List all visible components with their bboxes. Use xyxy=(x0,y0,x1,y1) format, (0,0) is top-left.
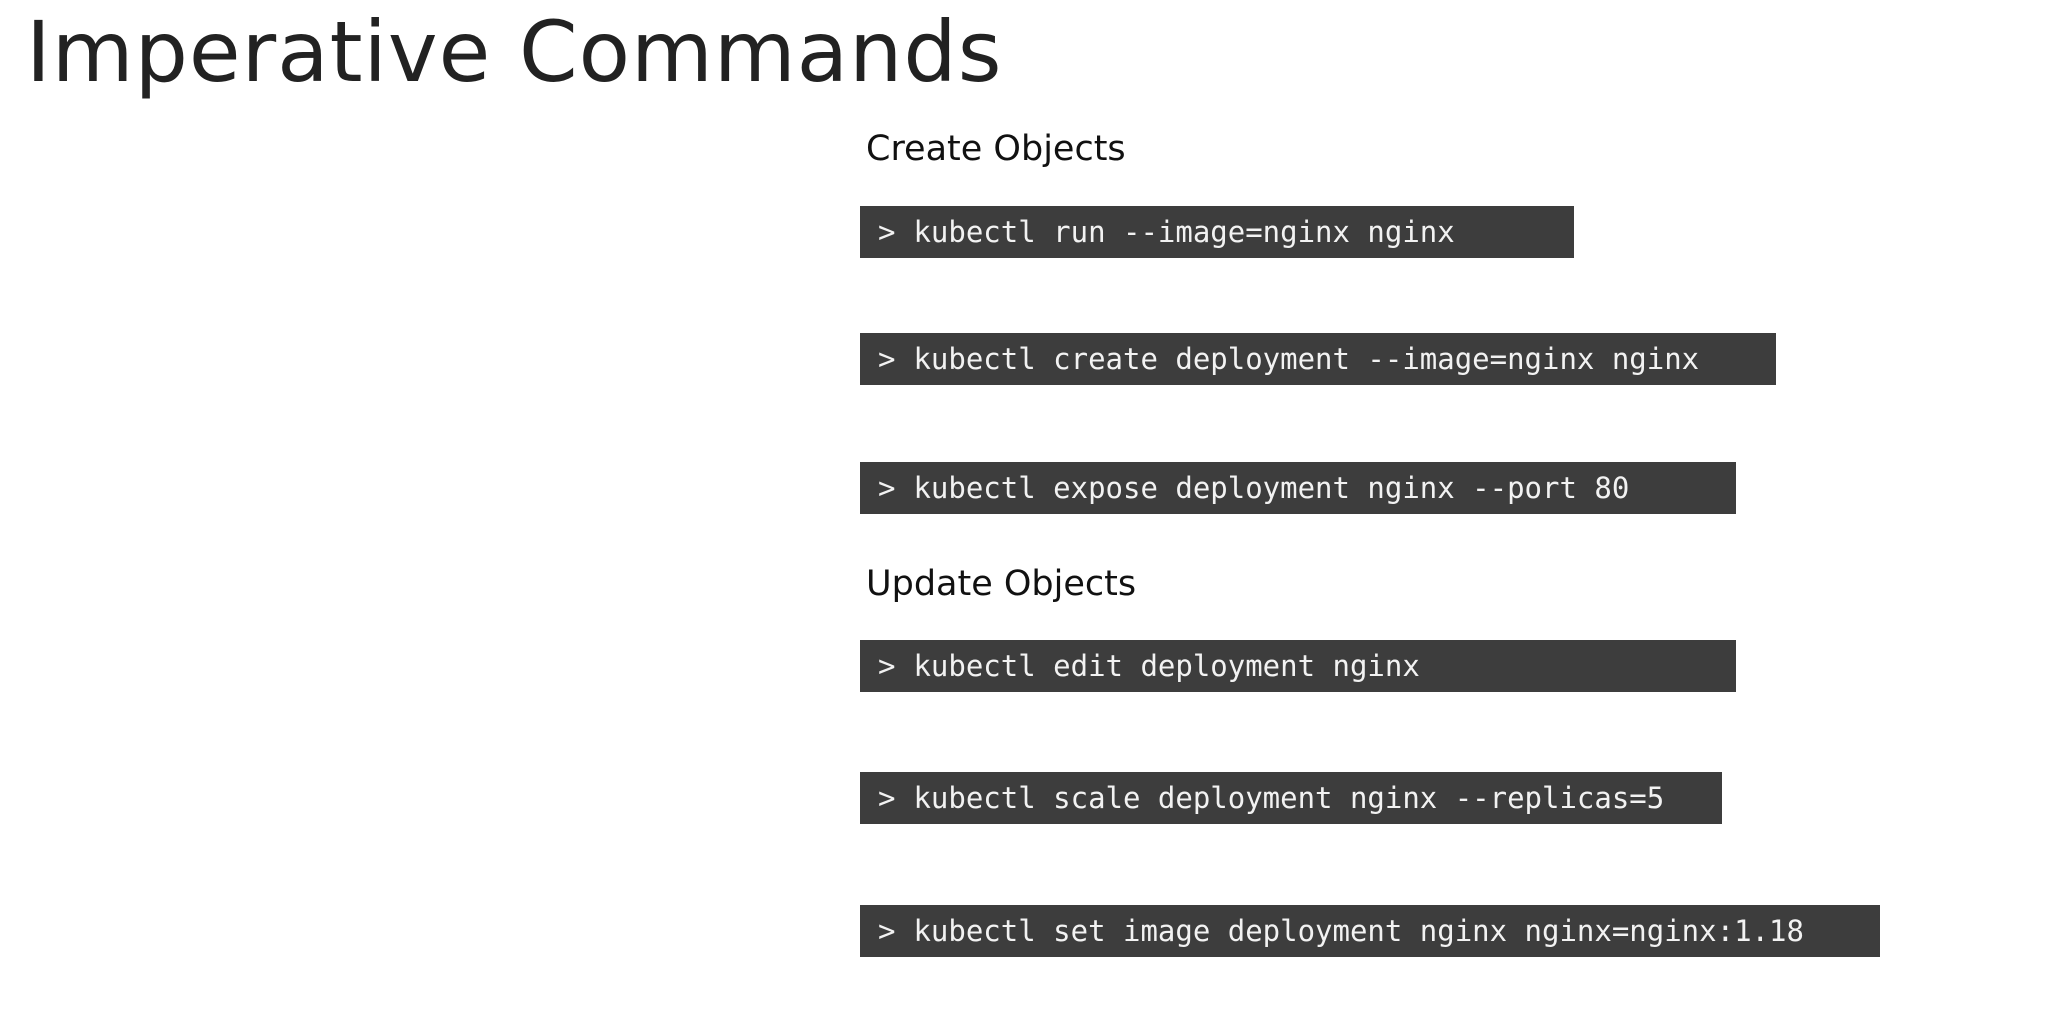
command-text: kubectl run --image=nginx nginx xyxy=(913,215,1455,249)
command-text: kubectl expose deployment nginx --port 8… xyxy=(913,471,1630,505)
prompt-symbol: > xyxy=(878,914,896,948)
command-kubectl-set-image: > kubectl set image deployment nginx ngin… xyxy=(860,905,1880,957)
command-kubectl-scale: > kubectl scale deployment nginx --replic… xyxy=(860,772,1722,824)
command-text: kubectl edit deployment nginx xyxy=(913,649,1420,683)
prompt-symbol: > xyxy=(878,215,896,249)
command-text: kubectl set image deployment nginx nginx… xyxy=(913,914,1804,948)
command-kubectl-edit: > kubectl edit deployment nginx xyxy=(860,640,1736,692)
command-kubectl-run: > kubectl run --image=nginx nginx xyxy=(860,206,1574,258)
command-text: kubectl create deployment --image=nginx … xyxy=(913,342,1700,376)
command-text: kubectl scale deployment nginx --replica… xyxy=(913,781,1665,815)
section-heading-create-objects: Create Objects xyxy=(866,129,1126,169)
prompt-symbol: > xyxy=(878,471,896,505)
command-kubectl-expose: > kubectl expose deployment nginx --port … xyxy=(860,462,1736,514)
section-heading-update-objects: Update Objects xyxy=(866,564,1137,604)
prompt-symbol: > xyxy=(878,649,896,683)
prompt-symbol: > xyxy=(878,342,896,376)
prompt-symbol: > xyxy=(878,781,896,815)
slide-title: Imperative Commands xyxy=(26,3,1003,101)
command-kubectl-create-deployment: > kubectl create deployment --image=nginx… xyxy=(860,333,1776,385)
